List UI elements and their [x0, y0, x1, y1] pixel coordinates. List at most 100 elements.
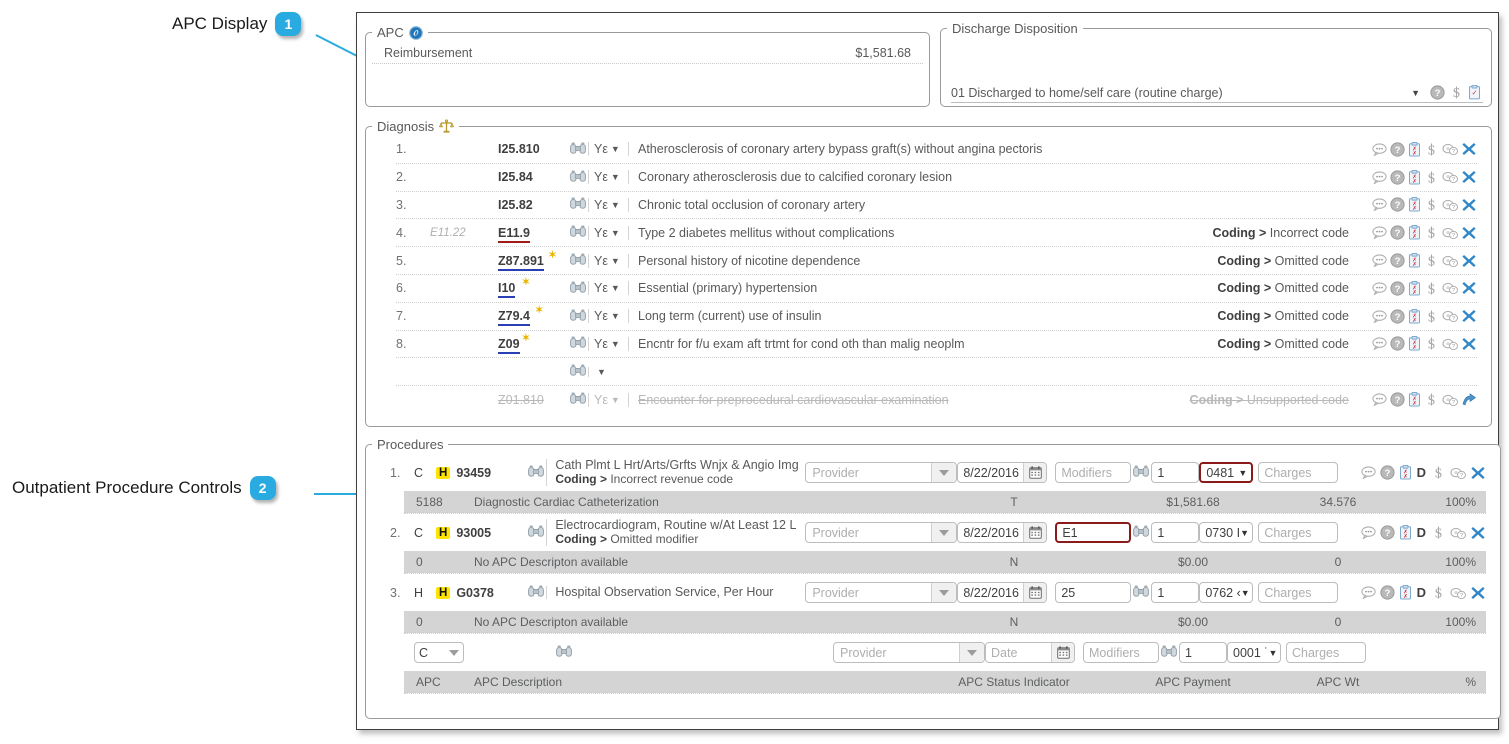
provider-select[interactable]: Provider: [833, 642, 985, 663]
clipboard-icon[interactable]: ✗ ✗: [1408, 225, 1421, 240]
tag-question-icon[interactable]: ?: [1442, 226, 1458, 240]
tag-question-icon[interactable]: ?: [1450, 586, 1466, 600]
binoculars-icon[interactable]: [570, 170, 586, 182]
revenue-code-select[interactable]: 0481 ▼: [1199, 462, 1254, 483]
revenue-code-select[interactable]: 0001 ˙ ▼: [1227, 642, 1281, 663]
discharge-disposition-select[interactable]: 01 Discharged to home/self care (routine…: [951, 85, 1483, 103]
chevron-down-icon[interactable]: ▼: [1241, 588, 1250, 598]
comment-icon[interactable]: [1372, 393, 1387, 407]
diagnosis-code-lookup-button[interactable]: [568, 336, 588, 351]
tag-question-icon[interactable]: ?: [1442, 254, 1458, 268]
provider-dropdown-button[interactable]: [931, 583, 957, 602]
charges-input[interactable]: Charges: [1286, 642, 1366, 663]
calendar-picker-button[interactable]: [1023, 523, 1047, 542]
comment-icon[interactable]: [1372, 310, 1387, 323]
help-icon[interactable]: ?: [1390, 170, 1405, 185]
procedure-code-lookup-button[interactable]: [526, 525, 546, 540]
restore-icon[interactable]: [1461, 392, 1477, 407]
delete-x-icon[interactable]: [1461, 280, 1477, 296]
diagnosis-code-lookup-button[interactable]: [568, 142, 588, 157]
dollar-icon[interactable]: S: [1424, 197, 1439, 213]
chevron-down-icon[interactable]: ▼: [1411, 88, 1420, 98]
diagnosis-code-input[interactable]: E11.9: [498, 225, 568, 243]
diagnosis-code-lookup-button[interactable]: [568, 281, 588, 296]
tag-question-icon[interactable]: ?: [1450, 466, 1466, 480]
diagnosis-code-lookup-button[interactable]: [568, 197, 588, 212]
tag-question-icon[interactable]: ?: [1450, 526, 1466, 540]
quantity-input[interactable]: 1: [1151, 462, 1200, 483]
chevron-down-icon[interactable]: ▼: [611, 228, 620, 238]
diagnosis-poa-select[interactable]: Yε ▼: [588, 142, 628, 157]
diagnosis-code-input[interactable]: I25.84: [498, 170, 568, 184]
dollar-icon[interactable]: S: [1424, 253, 1439, 268]
diagnosis-poa-select[interactable]: Yε ▼: [588, 170, 628, 185]
modifiers-input[interactable]: Modifiers: [1083, 642, 1159, 663]
d-letter-icon[interactable]: D: [1416, 525, 1427, 540]
binoculars-icon[interactable]: [528, 465, 545, 477]
calendar-icon[interactable]: [1029, 586, 1042, 599]
binoculars-icon[interactable]: [570, 336, 586, 349]
diagnosis-code-input[interactable]: I10 ✶: [498, 277, 568, 299]
tag-question-icon[interactable]: ?: [1442, 309, 1458, 323]
help-icon[interactable]: ?: [1390, 142, 1405, 157]
binoculars-icon[interactable]: [528, 525, 545, 537]
binoculars-icon[interactable]: [1161, 645, 1177, 657]
delete-x-icon[interactable]: [1461, 225, 1477, 241]
clipboard-icon[interactable]: ✓: [1468, 85, 1481, 100]
provider-dropdown-button[interactable]: [931, 463, 957, 482]
diagnosis-code-lookup-button[interactable]: [568, 253, 588, 268]
d-letter-icon[interactable]: D: [1416, 585, 1427, 600]
delete-x-icon[interactable]: [1461, 336, 1477, 352]
diagnosis-code-input[interactable]: Z87.891 ✶: [498, 250, 568, 271]
diagnosis-poa-select[interactable]: Yε ▼: [588, 281, 628, 296]
chevron-down-icon[interactable]: ▼: [611, 144, 620, 154]
chevron-down-icon[interactable]: ▼: [597, 367, 606, 377]
provider-select[interactable]: Provider: [805, 582, 958, 603]
clipboard-icon[interactable]: ✗ ✗: [1408, 141, 1421, 157]
date-input[interactable]: Date: [985, 642, 1075, 663]
tag-question-icon[interactable]: ?: [1442, 170, 1458, 184]
delete-x-icon[interactable]: [1461, 169, 1477, 185]
d-letter-icon[interactable]: D: [1416, 465, 1427, 480]
help-icon[interactable]: ?: [1430, 85, 1445, 100]
dollar-icon[interactable]: S: [1424, 225, 1439, 241]
diagnosis-poa-select[interactable]: Yε ▼: [588, 309, 628, 324]
help-icon[interactable]: ?: [1390, 309, 1405, 324]
comment-icon[interactable]: [1372, 198, 1387, 212]
date-input[interactable]: 8/22/2016: [957, 522, 1048, 543]
diagnosis-poa-select[interactable]: Yε ▼: [588, 336, 628, 351]
help-icon[interactable]: ?: [1380, 585, 1395, 600]
chevron-down-icon[interactable]: ▼: [1240, 528, 1249, 538]
dollar-icon[interactable]: S: [1431, 585, 1446, 600]
binoculars-icon[interactable]: [1133, 585, 1150, 597]
diagnosis-poa-select[interactable]: Yε ▼: [588, 392, 628, 407]
clipboard-icon[interactable]: ✗ ✗: [1408, 280, 1421, 296]
delete-x-icon[interactable]: [1470, 465, 1486, 481]
chevron-down-icon[interactable]: ▼: [611, 283, 620, 293]
modifiers-input[interactable]: E1: [1055, 522, 1132, 543]
comment-icon[interactable]: [1372, 282, 1387, 295]
calendar-picker-button[interactable]: [1051, 643, 1074, 662]
binoculars-icon[interactable]: [570, 197, 586, 210]
diagnosis-code-lookup-button[interactable]: [568, 309, 588, 324]
help-icon[interactable]: ?: [1390, 392, 1405, 407]
dollar-icon[interactable]: S: [1431, 525, 1446, 540]
comment-icon[interactable]: [1372, 254, 1387, 268]
help-icon[interactable]: ?: [1390, 281, 1405, 296]
calendar-picker-button[interactable]: [1023, 583, 1047, 602]
diagnosis-poa-select[interactable]: Yε ▼: [588, 253, 628, 268]
diagnosis-code-input[interactable]: Z01.810: [498, 393, 568, 407]
revenue-code-select[interactable]: 0730 I ▼: [1199, 522, 1254, 543]
comment-icon[interactable]: [1372, 226, 1387, 240]
modifiers-lookup-button[interactable]: [1131, 525, 1151, 540]
dollar-icon[interactable]: S: [1424, 309, 1439, 324]
help-icon[interactable]: ?: [1390, 225, 1405, 240]
binoculars-icon[interactable]: [1133, 465, 1150, 477]
clipboard-icon[interactable]: ✗ ✗: [1408, 308, 1421, 324]
revenue-code-select[interactable]: 0762 ‹ ▼: [1199, 582, 1254, 603]
procedure-code-input[interactable]: G0378: [456, 586, 526, 600]
dollar-icon[interactable]: S: [1424, 392, 1439, 407]
comment-icon[interactable]: [1360, 466, 1376, 479]
clipboard-icon[interactable]: ✗ ✗: [1399, 465, 1412, 480]
dollar-icon[interactable]: S: [1424, 336, 1439, 352]
